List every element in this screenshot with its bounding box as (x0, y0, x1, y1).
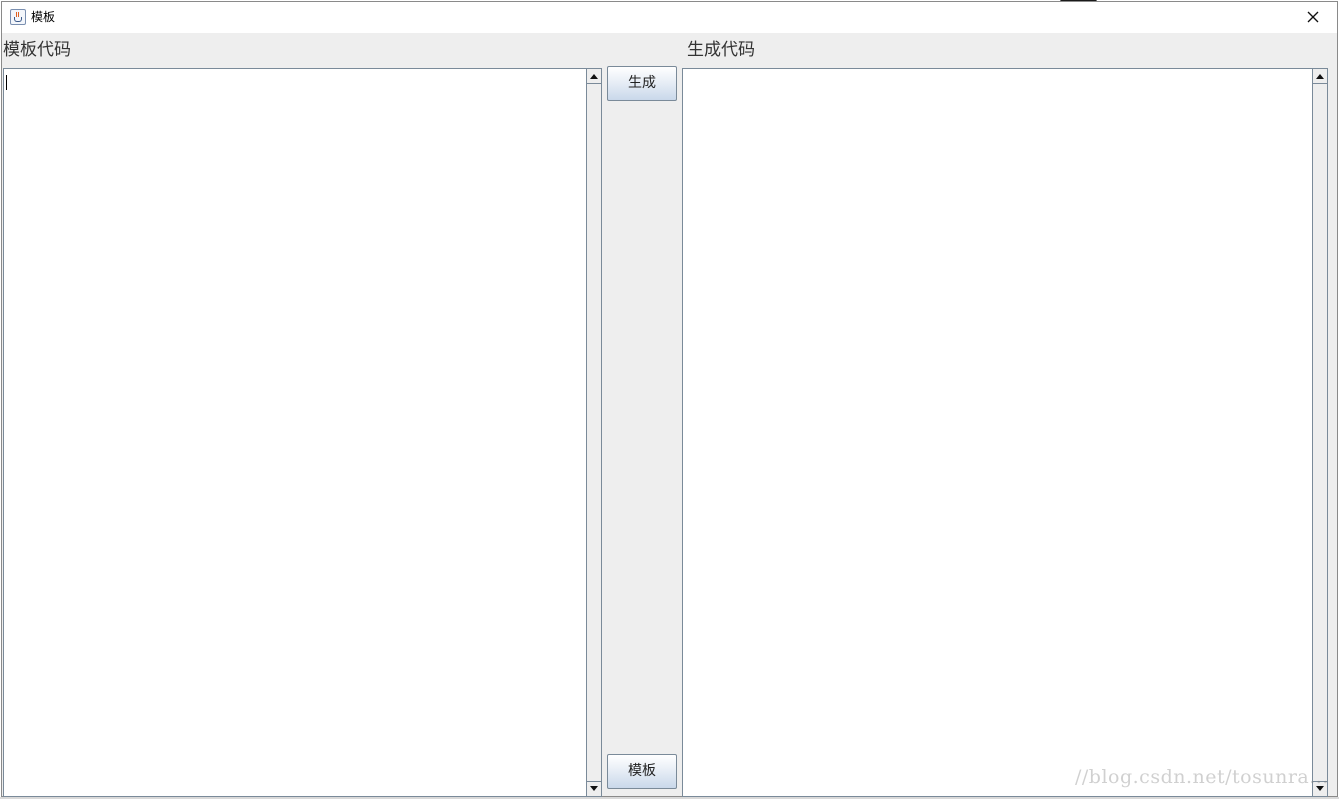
generated-code-label: 生成代码 (687, 40, 755, 60)
arrow-up-icon (590, 74, 598, 79)
template-button[interactable]: 模板 (607, 754, 677, 789)
template-code-label: 模板代码 (3, 40, 71, 60)
app-window: 模板 模板代码 生成代码 生成 模板 (1, 1, 1338, 797)
template-code-textarea[interactable] (3, 68, 602, 797)
text-caret (6, 75, 7, 90)
window-title: 模板 (31, 10, 56, 24)
generated-code-scrollbar[interactable] (1312, 69, 1327, 796)
scroll-up-button[interactable] (1313, 69, 1327, 84)
title-bar: 模板 (2, 2, 1337, 33)
close-icon (1307, 11, 1319, 23)
arrow-down-icon (1316, 786, 1324, 791)
template-code-scrollbar[interactable] (586, 69, 601, 796)
scroll-down-button[interactable] (1313, 781, 1327, 796)
arrow-down-icon (590, 786, 598, 791)
generate-button[interactable]: 生成 (607, 66, 677, 101)
java-cup-icon (10, 9, 26, 25)
arrow-up-icon (1316, 74, 1324, 79)
scroll-down-button[interactable] (587, 781, 601, 796)
close-button[interactable] (1291, 2, 1337, 33)
scroll-up-button[interactable] (587, 69, 601, 84)
generated-code-textarea[interactable] (682, 68, 1328, 797)
